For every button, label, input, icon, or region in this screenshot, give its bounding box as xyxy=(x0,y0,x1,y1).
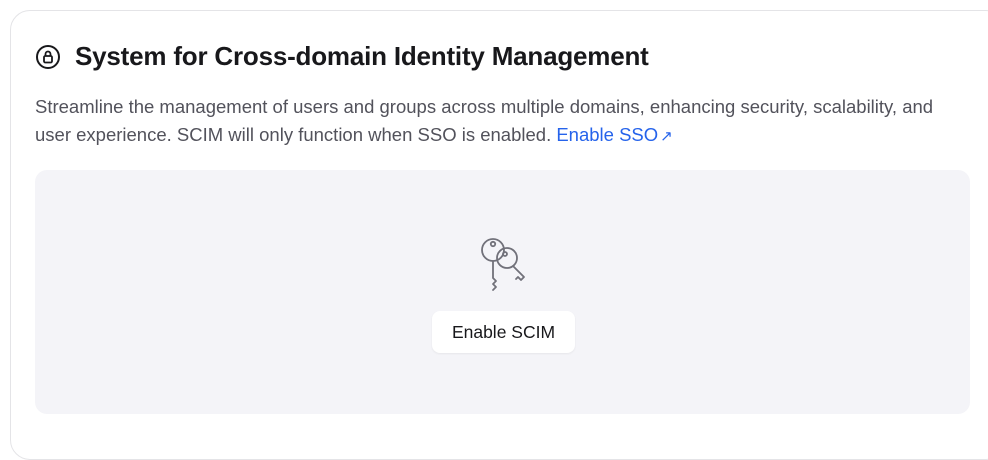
enable-sso-link-label: Enable SSO xyxy=(556,124,659,145)
enable-sso-link[interactable]: Enable SSO ↗ xyxy=(556,124,672,145)
scim-card: System for Cross-domain Identity Managem… xyxy=(10,10,988,460)
page-title: System for Cross-domain Identity Managem… xyxy=(75,41,649,71)
keys-icon xyxy=(472,232,534,294)
lock-circle-icon xyxy=(35,44,61,70)
section-header: System for Cross-domain Identity Managem… xyxy=(35,41,649,72)
description-text: Streamline the management of users and g… xyxy=(35,96,934,145)
scim-empty-state-panel: Enable SCIM xyxy=(35,170,970,414)
external-link-arrow-icon: ↗ xyxy=(660,128,673,145)
section-description: Streamline the management of users and g… xyxy=(35,93,955,151)
enable-scim-button[interactable]: Enable SCIM xyxy=(432,311,575,353)
